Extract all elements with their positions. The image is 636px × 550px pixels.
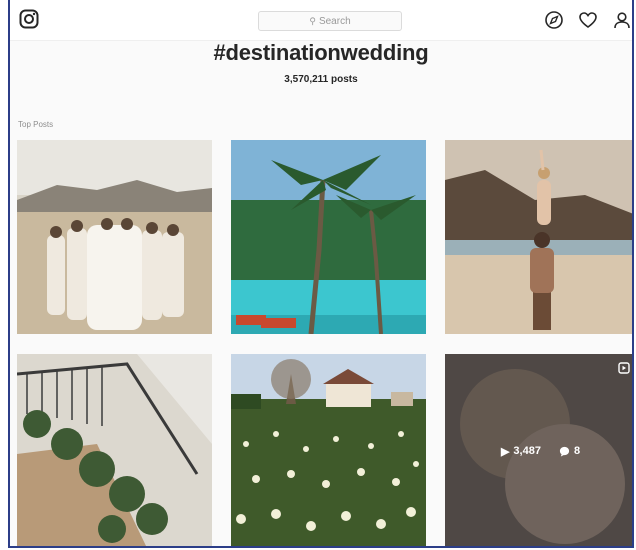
top-navigation-bar: ⚲ Search [10, 0, 632, 41]
post-image-daffodil-field [231, 354, 426, 546]
post-tile-3[interactable] [445, 140, 632, 334]
section-label-top-posts: Top Posts [18, 120, 54, 129]
post-image-palm-trees [231, 140, 426, 334]
post-tile-6[interactable]: ▶ 3,487 8 [445, 354, 632, 546]
post-tile-1[interactable] [17, 140, 212, 334]
search-input[interactable]: ⚲ Search [258, 11, 402, 31]
heart-icon[interactable] [578, 10, 598, 30]
post-image-staircase [17, 354, 212, 546]
search-icon: ⚲ [309, 15, 316, 26]
view-count: ▶ 3,487 [501, 445, 541, 458]
post-count: 3,570,211 posts [284, 74, 358, 85]
comment-icon [559, 446, 570, 457]
comment-count: 8 [559, 445, 580, 457]
post-tile-2[interactable] [231, 140, 426, 334]
post-image-couple-beach [445, 140, 632, 334]
instagram-logo-icon[interactable] [19, 9, 39, 29]
post-tile-5[interactable] [231, 354, 426, 546]
play-icon: ▶ [500, 445, 510, 458]
post-tile-4[interactable] [17, 354, 212, 546]
search-placeholder: Search [318, 15, 351, 27]
post-hover-stats: ▶ 3,487 8 [445, 354, 632, 546]
user-icon[interactable] [612, 10, 632, 30]
hashtag-title: #destinationwedding [213, 40, 429, 65]
comment-count-value: 8 [573, 445, 581, 457]
view-count-value: 3,487 [513, 445, 541, 457]
browser-frame: ⚲ Search #destinationwedding 3,570,211 p… [8, 0, 634, 548]
post-image-bridal-party [17, 140, 212, 334]
compass-icon[interactable] [544, 10, 564, 30]
nav-icons [544, 10, 632, 30]
